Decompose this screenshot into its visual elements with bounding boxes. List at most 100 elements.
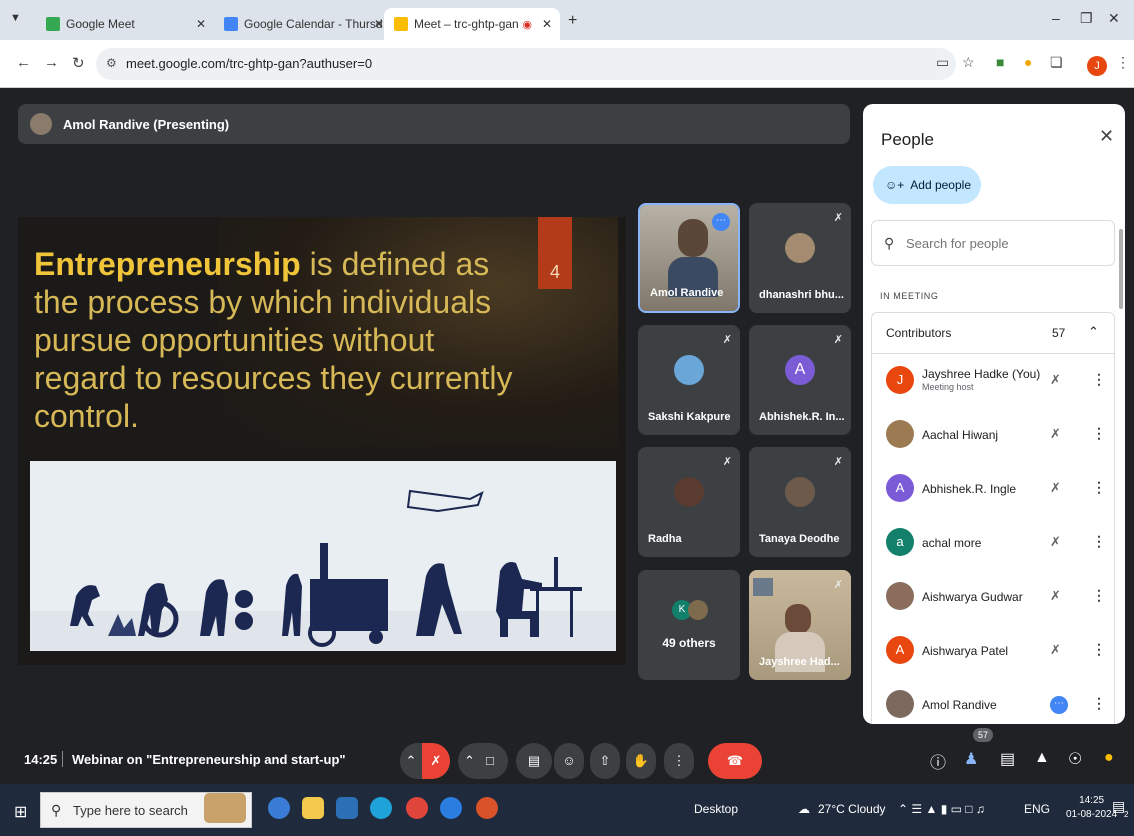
people-search-input[interactable]	[906, 233, 1106, 253]
language-indicator[interactable]: ENG	[1024, 802, 1050, 816]
close-tab-icon[interactable]: ✕	[196, 17, 206, 31]
mic-off-icon: ✗	[833, 456, 843, 468]
reactions-button[interactable]: ☺	[554, 743, 584, 779]
browser-icon[interactable]	[440, 797, 462, 819]
contributors-section-header[interactable]: Contributors 57 ⌃	[871, 312, 1115, 354]
address-bar[interactable]: ⚙ meet.google.com/trc-ghtp-gan?authuser=…	[96, 48, 956, 80]
mic-off-icon: ✗	[833, 579, 843, 591]
list-item[interactable]: Aishwarya Gudwar ✗ ⋮	[872, 570, 1116, 624]
camera-icon: □	[486, 753, 494, 768]
list-item[interactable]: A Abhishek.R. Ingle ✗ ⋮	[872, 462, 1116, 516]
powerpoint-icon[interactable]	[476, 797, 498, 819]
list-item[interactable]: a achal more ✗ ⋮	[872, 516, 1116, 570]
others-tile[interactable]: K 49 others	[638, 570, 740, 680]
profile-avatar[interactable]: J	[1087, 56, 1107, 76]
file-explorer-icon[interactable]	[302, 797, 324, 819]
back-icon[interactable]: ←	[16, 54, 31, 71]
host-controls-icon[interactable]: ☉	[1068, 749, 1082, 769]
forward-icon[interactable]: →	[44, 54, 59, 71]
chevron-up-icon[interactable]: ⌃	[1088, 324, 1099, 340]
chrome-icon[interactable]	[406, 797, 428, 819]
participant-tile[interactable]: ✗ A Abhishek.R. In...	[749, 325, 851, 435]
store-icon[interactable]	[336, 797, 358, 819]
captions-icon: ▤	[527, 753, 541, 768]
site-info-icon[interactable]: ⚙	[106, 56, 117, 70]
tab-search-icon[interactable]: ▼	[10, 12, 26, 28]
tab-google-meet[interactable]: Google Meet ✕	[36, 8, 214, 40]
participant-tile[interactable]: ⋯ Amol Randive	[638, 203, 740, 313]
people-icon[interactable]: ♟	[964, 749, 978, 769]
participant-tile[interactable]: ✗ Radha	[638, 447, 740, 557]
mic-toggle-button[interactable]: ⌃ ✗	[400, 743, 450, 779]
participant-tile[interactable]: ✗ dhanashri bhu...	[749, 203, 851, 313]
taskbar-clock[interactable]: 14:25 01-08-2024	[1066, 794, 1117, 822]
edge-icon[interactable]	[370, 797, 392, 819]
tray-icons[interactable]: ⌃ ☰ ▲ ▮ ▭ □ ♫	[898, 802, 985, 816]
more-options-button[interactable]: ⋮	[664, 743, 694, 779]
tab-google-calendar[interactable]: Google Calendar - Thursday, 1 ✕	[214, 8, 392, 40]
mic-options-chevron-icon[interactable]: ⌃	[400, 743, 422, 779]
restore-icon[interactable]: ❐	[1080, 10, 1093, 27]
participant-tile[interactable]: ✗ Tanaya Deodhe	[749, 447, 851, 557]
list-item[interactable]: J Jayshree Hadke (You) Meeting host ✗ ⋮	[872, 354, 1116, 408]
windows-start-icon[interactable]: ⊞	[14, 802, 27, 822]
captions-button[interactable]: ▤	[516, 743, 552, 779]
notes-bulb-icon[interactable]: ●	[1104, 749, 1114, 767]
camera-options-chevron-icon[interactable]: ⌃	[464, 743, 475, 779]
chat-icon[interactable]: ▤	[1000, 749, 1015, 769]
notification-count: 2	[1124, 810, 1129, 819]
raise-hand-button[interactable]: ✋	[626, 743, 656, 779]
wall-frame	[753, 578, 773, 596]
add-people-button[interactable]: ☺+ Add people	[873, 166, 981, 204]
more-options-icon[interactable]: ⋮	[1092, 641, 1106, 658]
tab-meet-active[interactable]: Meet – trc-ghtp-gan ◉ ✕	[384, 8, 560, 40]
leave-call-button[interactable]: ☎	[708, 743, 762, 779]
close-panel-icon[interactable]: ✕	[1099, 126, 1114, 147]
search-icon: ⚲	[51, 802, 62, 818]
participant-tile[interactable]: ✗ Sakshi Kakpure	[638, 325, 740, 435]
list-item[interactable]: A Aishwarya Patel ✗ ⋮	[872, 624, 1116, 678]
list-item[interactable]: Aachal Hiwanj ✗ ⋮	[872, 408, 1116, 462]
extensions-puzzle-icon[interactable]: ❏	[1050, 54, 1063, 71]
new-tab-button[interactable]: +	[568, 12, 577, 30]
person-avatar	[886, 420, 914, 448]
activities-icon[interactable]: ▲	[1034, 749, 1050, 767]
close-tab-icon[interactable]: ✕	[542, 17, 552, 31]
more-options-icon[interactable]: ⋮	[1092, 425, 1106, 442]
mic-off-icon: ✗	[1050, 372, 1061, 387]
more-options-icon[interactable]: ⋮	[1092, 371, 1106, 388]
mic-off-icon: ✗	[1050, 426, 1061, 441]
more-options-icon[interactable]: ⋮	[1092, 533, 1106, 550]
extension-bulb-icon[interactable]: ●	[1024, 54, 1032, 70]
more-options-icon[interactable]: ⋮	[1092, 479, 1106, 496]
bookmark-star-icon[interactable]: ☆	[962, 54, 975, 71]
cortana-icon[interactable]	[268, 797, 290, 819]
people-search-field[interactable]: ⚲	[871, 220, 1115, 266]
list-item[interactable]: Amol Randive ⋯ ⋮	[872, 678, 1116, 724]
participant-face	[678, 219, 708, 257]
minimize-icon[interactable]: –	[1052, 10, 1060, 26]
meeting-info-icon[interactable]: ⓘ	[930, 749, 946, 773]
close-window-icon[interactable]: ✕	[1108, 10, 1120, 27]
weather-label[interactable]: 27°C Cloudy	[818, 802, 886, 816]
hand-icon: ✋	[632, 753, 650, 768]
camera-toggle-button[interactable]: ⌃ □	[458, 743, 508, 779]
close-tab-icon[interactable]: ✕	[374, 17, 384, 31]
participant-avatar	[785, 233, 815, 263]
person-avatar: A	[886, 636, 914, 664]
desktop-toolbar-label[interactable]: Desktop	[694, 802, 738, 816]
meet-favicon-icon	[46, 17, 60, 31]
self-view-tile[interactable]: ✗ Jayshree Had...	[749, 570, 851, 680]
more-options-icon[interactable]: ⋮	[1092, 587, 1106, 604]
reload-icon[interactable]: ↻	[72, 54, 85, 72]
extension-icon[interactable]: ■	[996, 54, 1004, 70]
panel-scrollbar[interactable]	[1119, 229, 1123, 309]
cast-icon[interactable]: ▭	[936, 54, 949, 71]
mic-off-icon: ✗	[1050, 480, 1061, 495]
mic-off-icon: ✗	[1050, 588, 1061, 603]
more-options-icon[interactable]: ⋮	[1092, 695, 1106, 712]
menu-more-icon[interactable]: ⋮	[1116, 54, 1130, 71]
news-widget-icon[interactable]	[204, 793, 246, 823]
participant-count-badge: 57	[973, 728, 993, 742]
present-button[interactable]: ⇧	[590, 743, 620, 779]
